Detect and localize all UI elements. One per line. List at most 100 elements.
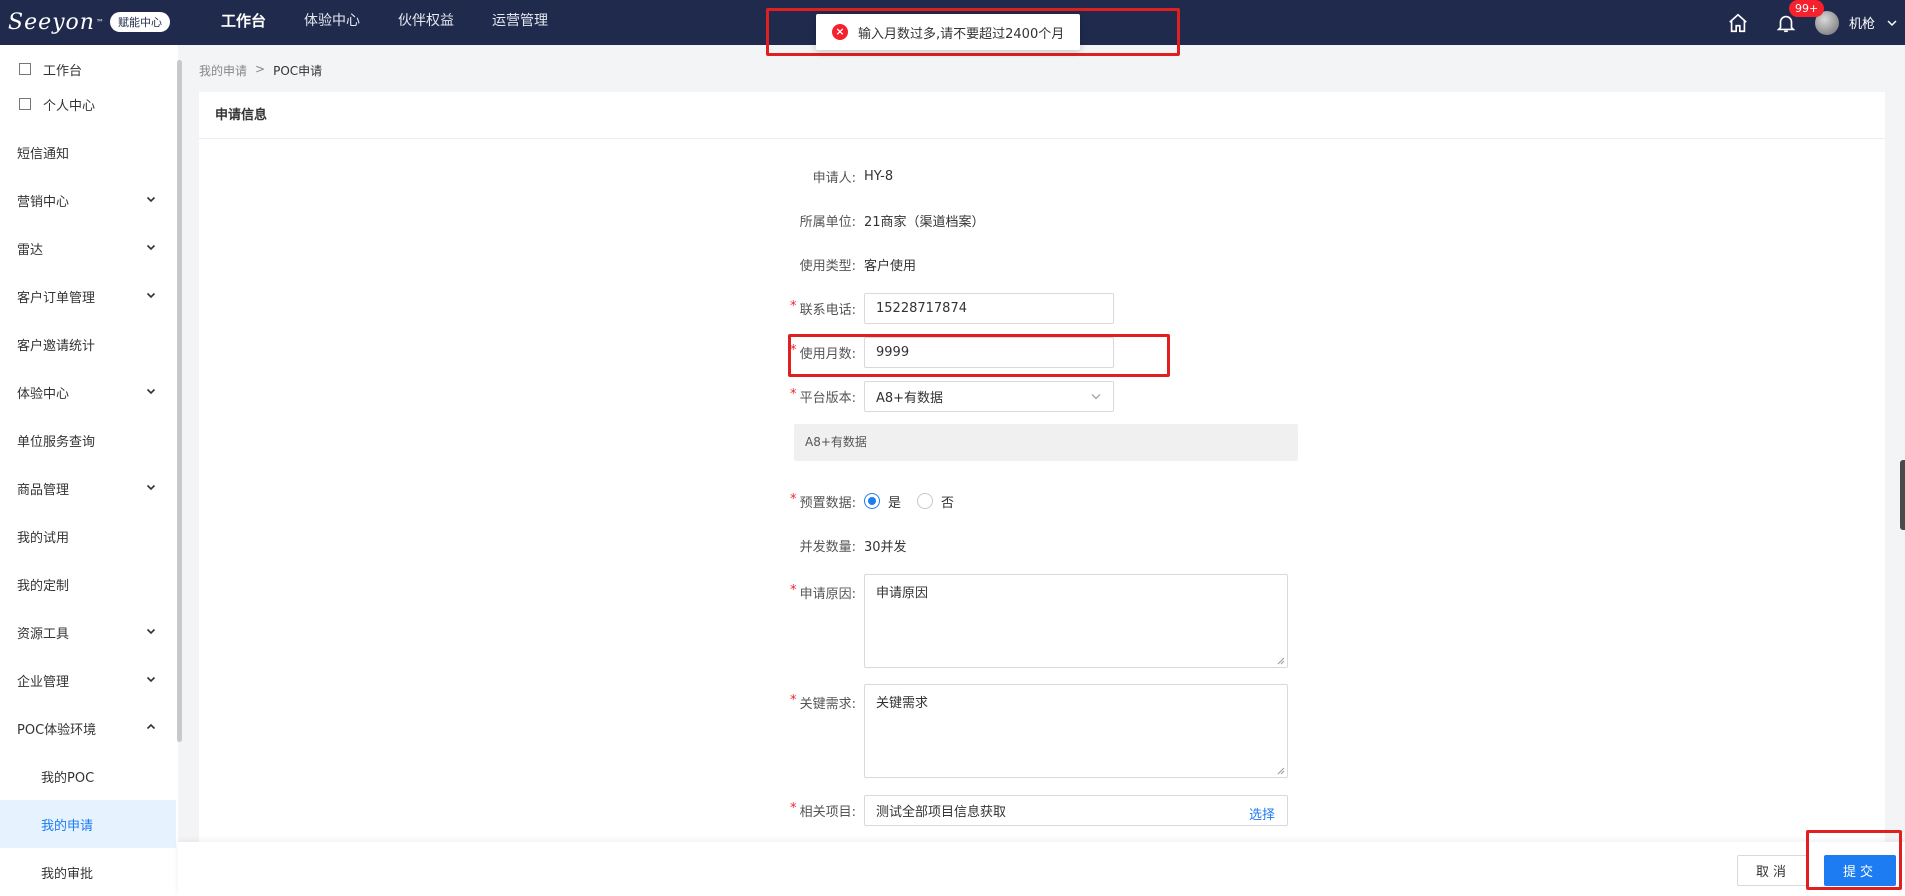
usage-type-value: 客户使用 [864, 258, 917, 274]
applicant-label: 申请人: [812, 170, 856, 186]
logo-badge: 赋能中心 [109, 12, 170, 32]
chevron-down-icon [146, 676, 156, 683]
platform-label-text: 平台版本: [799, 390, 856, 406]
requirement-label: * 关键需求: [790, 684, 864, 712]
sidebar-item-my-approvals[interactable]: 我的审批 [0, 848, 176, 896]
sidebar-item-orders[interactable]: 客户订单管理 [0, 272, 176, 320]
notification-count-badge: 99+ [1788, 0, 1825, 17]
chevron-down-icon[interactable] [1887, 18, 1897, 28]
sidebar-item-radar[interactable]: 雷达 [0, 224, 176, 272]
sidebar-item-products[interactable]: 商品管理 [0, 464, 176, 512]
notifications[interactable]: 99+ [1775, 0, 1825, 34]
sidebar-item-my-applications[interactable]: 我的申请 [0, 800, 176, 848]
requirement-row: * 关键需求: 关键需求 [790, 684, 1288, 778]
sidebar-item-label: 体验中心 [17, 386, 70, 402]
toast-message: 输入月数过多,请不要超过2400个月 [858, 26, 1065, 42]
sidebar-item-my-trials[interactable]: 我的试用 [0, 512, 176, 560]
platform-selected-value: A8+有数据 [876, 390, 944, 406]
sidebar-item-marketing[interactable]: 营销中心 [0, 176, 176, 224]
preset-yes-radio[interactable] [864, 493, 880, 509]
project-row: * 相关项目: 测试全部项目信息获取 选择 [790, 794, 1288, 826]
sidebar-item-label: 营销中心 [17, 194, 70, 210]
sidebar-item-label: 短信通知 [17, 146, 70, 162]
sidebar-item-label: 客户邀请统计 [17, 338, 96, 354]
project-value: 测试全部项目信息获取 [876, 804, 1007, 820]
platform-hint: A8+有数据 [794, 424, 1298, 461]
chevron-down-icon [1091, 393, 1101, 399]
sidebar-item-my-custom[interactable]: 我的定制 [0, 560, 176, 608]
reason-label-text: 申请原因: [799, 587, 856, 602]
concurrency-value: 30并发 [864, 539, 907, 555]
concurrency-row: 并发数量: 30并发 [794, 529, 907, 561]
breadcrumb-current: POC申请 [273, 64, 323, 78]
chevron-down-icon [146, 484, 156, 491]
reason-textarea[interactable]: 申请原因 [864, 574, 1288, 668]
seeyon-logo[interactable]: Seeyon ™ 赋能中心 [8, 9, 170, 35]
sidebar-item-label: 工作台 [43, 63, 83, 79]
reason-text: 申请原因 [876, 586, 929, 601]
platform-select[interactable]: A8+有数据 [864, 380, 1114, 412]
phone-label: * 联系电话: [790, 299, 864, 318]
nav-partner-benefits[interactable]: 伙伴权益 [379, 0, 473, 45]
home-icon[interactable] [1727, 12, 1749, 34]
username[interactable]: 机枪 [1849, 13, 1875, 32]
sidebar-item-resources[interactable]: 资源工具 [0, 608, 176, 656]
sidebar-item-my-poc[interactable]: 我的POC [0, 752, 176, 800]
required-mark: * [790, 491, 797, 507]
preset-label: * 预置数据: [790, 492, 864, 511]
sidebar-item-label: 我的试用 [17, 530, 70, 546]
project-label-text: 相关项目: [799, 804, 856, 820]
required-mark: * [790, 386, 797, 402]
sidebar-item-unit-service[interactable]: 单位服务查询 [0, 416, 176, 464]
project-select-link[interactable]: 选择 [1249, 804, 1275, 823]
required-mark: * [790, 800, 797, 816]
resize-handle-icon[interactable] [1277, 657, 1285, 665]
required-mark: * [790, 583, 797, 598]
form-footer [178, 842, 1905, 896]
sidebar-item-poc[interactable]: POC体验环境 [0, 704, 176, 752]
sidebar-item-label: 客户订单管理 [17, 290, 96, 306]
resize-handle-icon[interactable] [1277, 767, 1285, 775]
panel-title: 申请信息 [199, 92, 1885, 139]
breadcrumb-parent[interactable]: 我的申请 [199, 62, 247, 79]
required-mark: * [790, 298, 797, 314]
cancel-button[interactable]: 取消 [1737, 855, 1809, 886]
page-icon [19, 63, 31, 75]
project-label: * 相关项目: [790, 801, 864, 820]
page-scrollbar[interactable] [1900, 460, 1905, 530]
preset-yes-label[interactable]: 是 [888, 492, 901, 511]
applicant-row: 申请人: HY-8 [794, 160, 894, 192]
phone-input[interactable]: 15228717874 [864, 292, 1114, 324]
sidebar-item-experience-center[interactable]: 体验中心 [0, 368, 176, 416]
phone-row: * 联系电话: 15228717874 [790, 292, 1114, 324]
breadcrumb: 我的申请 > POC申请 [199, 62, 322, 79]
error-icon: × [832, 24, 848, 40]
sidebar-item-label: 我的定制 [17, 578, 70, 594]
nav-experience-center[interactable]: 体验中心 [285, 0, 379, 45]
unit-row: 所属单位: 21商家（渠道档案） [794, 204, 985, 236]
requirement-textarea[interactable]: 关键需求 [864, 684, 1288, 778]
sidebar-item-label: 我的审批 [41, 866, 94, 882]
preset-no-radio[interactable] [917, 493, 934, 509]
chevron-down-icon [146, 292, 156, 299]
error-toast: × 输入月数过多,请不要超过2400个月 [816, 14, 1081, 50]
preset-no-label[interactable]: 否 [941, 492, 954, 511]
sidebar-item-invitations[interactable]: 客户邀请统计 [0, 320, 176, 368]
reason-label: * 申请原因: [790, 574, 864, 602]
sidebar-item-enterprise[interactable]: 企业管理 [0, 656, 176, 704]
nav-operations[interactable]: 运营管理 [473, 0, 567, 45]
sidebar-item-sms[interactable]: 短信通知 [0, 128, 176, 176]
sidebar-item-label: 我的POC [41, 770, 95, 786]
sidebar-item-label: 单位服务查询 [17, 434, 96, 450]
project-input[interactable]: 测试全部项目信息获取 选择 [864, 794, 1288, 826]
nav-workbench[interactable]: 工作台 [202, 0, 285, 45]
sidebar-item-label: 雷达 [17, 242, 44, 258]
usage-type-row: 使用类型: 客户使用 [794, 248, 916, 280]
phone-label-text: 联系电话: [799, 302, 856, 318]
page-icon [19, 98, 31, 110]
sidebar-scrollbar[interactable] [177, 60, 182, 742]
sidebar-item-personal-center[interactable]: 个人中心 [0, 80, 176, 128]
logo-trademark: ™ [95, 17, 104, 27]
requirement-label-text: 关键需求: [799, 697, 856, 712]
chevron-down-icon [146, 196, 156, 203]
